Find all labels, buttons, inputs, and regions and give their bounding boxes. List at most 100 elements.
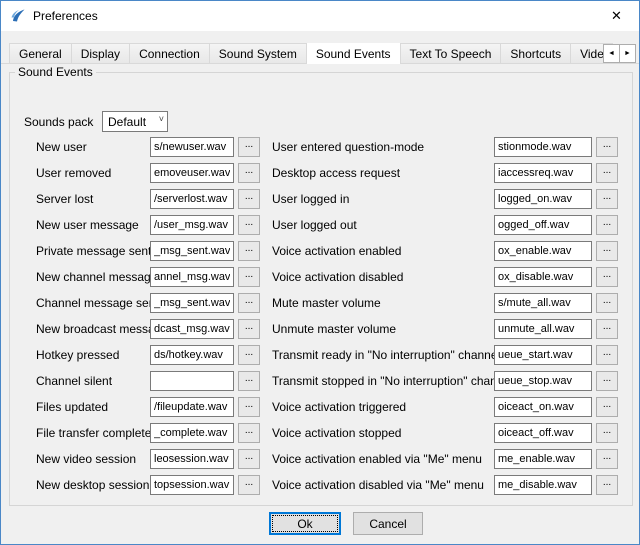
browse-button[interactable]: ... xyxy=(238,449,260,469)
sound-file-input[interactable] xyxy=(494,241,592,261)
tab-connection[interactable]: Connection xyxy=(129,43,210,63)
browse-button[interactable]: ... xyxy=(238,215,260,235)
browse-button[interactable]: ... xyxy=(238,189,260,209)
tab-scroll-control: ◄ ► xyxy=(603,44,636,63)
browse-button[interactable]: ... xyxy=(238,137,260,157)
sound-file-input[interactable] xyxy=(494,423,592,443)
sound-file-input[interactable] xyxy=(150,475,234,495)
tab-display[interactable]: Display xyxy=(71,43,130,63)
sound-event-label: User entered question-mode xyxy=(272,140,494,154)
sound-event-label: Unmute master volume xyxy=(272,322,494,336)
sound-file-input[interactable] xyxy=(494,215,592,235)
sound-event-label: User logged out xyxy=(272,218,494,232)
sound-event-label: Mute master volume xyxy=(272,296,494,310)
sound-file-input[interactable] xyxy=(150,345,234,365)
sound-file-input[interactable] xyxy=(494,371,592,391)
sound-event-row: New desktop session... xyxy=(36,472,260,498)
browse-button[interactable]: ... xyxy=(596,293,618,313)
tab-shortcuts[interactable]: Shortcuts xyxy=(500,43,571,63)
sound-event-row: Private message sent... xyxy=(36,238,260,264)
browse-button[interactable]: ... xyxy=(596,137,618,157)
sound-file-input[interactable] xyxy=(150,423,234,443)
sound-file-input[interactable] xyxy=(150,241,234,261)
browse-button[interactable]: ... xyxy=(596,241,618,261)
browse-button[interactable]: ... xyxy=(596,475,618,495)
sound-file-input[interactable] xyxy=(494,345,592,365)
sound-file-input[interactable] xyxy=(150,397,234,417)
browse-button[interactable]: ... xyxy=(238,397,260,417)
sound-file-input[interactable] xyxy=(494,189,592,209)
sound-file-input[interactable] xyxy=(150,293,234,313)
sound-event-label: Transmit stopped in "No interruption" ch… xyxy=(272,374,494,388)
ok-button[interactable]: Ok xyxy=(269,512,341,535)
browse-button[interactable]: ... xyxy=(596,189,618,209)
browse-button[interactable]: ... xyxy=(238,345,260,365)
browse-button[interactable]: ... xyxy=(238,267,260,287)
sound-event-label: Files updated xyxy=(36,400,150,414)
browse-button[interactable]: ... xyxy=(238,475,260,495)
cancel-button[interactable]: Cancel xyxy=(353,512,423,535)
sound-file-input[interactable] xyxy=(150,371,234,391)
browse-button[interactable]: ... xyxy=(596,397,618,417)
sound-file-input[interactable] xyxy=(494,449,592,469)
sound-event-row: Hotkey pressed... xyxy=(36,342,260,368)
browse-button[interactable]: ... xyxy=(596,215,618,235)
sound-event-row: New user message... xyxy=(36,212,260,238)
tab-text-to-speech[interactable]: Text To Speech xyxy=(400,43,502,63)
sound-file-input[interactable] xyxy=(494,475,592,495)
sounds-pack-select[interactable]: Default ˅ xyxy=(102,111,168,132)
tab-sound-system[interactable]: Sound System xyxy=(209,43,307,63)
browse-button[interactable]: ... xyxy=(596,371,618,391)
sound-event-row: Channel silent... xyxy=(36,368,260,394)
sound-event-row: Voice activation stopped... xyxy=(272,420,618,446)
sound-file-input[interactable] xyxy=(494,293,592,313)
app-icon xyxy=(10,8,26,24)
sound-event-row: Channel message sent... xyxy=(36,290,260,316)
close-button[interactable]: ✕ xyxy=(594,1,639,31)
sound-file-input[interactable] xyxy=(150,319,234,339)
browse-button[interactable]: ... xyxy=(238,241,260,261)
sound-file-input[interactable] xyxy=(494,163,592,183)
sound-file-input[interactable] xyxy=(494,319,592,339)
sound-event-label: New channel message xyxy=(36,270,150,284)
tab-sound-events[interactable]: Sound Events xyxy=(306,43,401,64)
sound-event-row: Transmit stopped in "No interruption" ch… xyxy=(272,368,618,394)
sound-file-input[interactable] xyxy=(150,267,234,287)
sound-event-row: User logged in... xyxy=(272,186,618,212)
sound-event-row: Transmit ready in "No interruption" chan… xyxy=(272,342,618,368)
tab-scroll-left-button[interactable]: ◄ xyxy=(603,44,620,63)
browse-button[interactable]: ... xyxy=(596,345,618,365)
browse-button[interactable]: ... xyxy=(238,163,260,183)
sound-file-input[interactable] xyxy=(494,137,592,157)
sound-event-row: Voice activation disabled... xyxy=(272,264,618,290)
browse-button[interactable]: ... xyxy=(238,423,260,443)
sound-events-group: Sound Events Sounds pack Default ˅ New u… xyxy=(9,65,633,506)
sound-file-input[interactable] xyxy=(150,163,234,183)
sound-event-label: Voice activation enabled xyxy=(272,244,494,258)
sound-event-label: New broadcast message xyxy=(36,322,150,336)
sound-event-row: Mute master volume... xyxy=(272,290,618,316)
sound-event-label: Hotkey pressed xyxy=(36,348,150,362)
browse-button[interactable]: ... xyxy=(596,163,618,183)
sound-file-input[interactable] xyxy=(150,137,234,157)
sound-file-input[interactable] xyxy=(150,189,234,209)
sound-event-row: New user... xyxy=(36,134,260,160)
sound-event-row: New channel message... xyxy=(36,264,260,290)
sound-file-input[interactable] xyxy=(494,267,592,287)
browse-button[interactable]: ... xyxy=(238,293,260,313)
sound-file-input[interactable] xyxy=(150,449,234,469)
browse-button[interactable]: ... xyxy=(238,371,260,391)
tab-general[interactable]: General xyxy=(9,43,72,63)
group-title: Sound Events xyxy=(15,65,96,79)
browse-button[interactable]: ... xyxy=(596,267,618,287)
sound-file-input[interactable] xyxy=(494,397,592,417)
browse-button[interactable]: ... xyxy=(596,449,618,469)
tab-bar: GeneralDisplayConnectionSound SystemSoun… xyxy=(9,43,613,64)
browse-button[interactable]: ... xyxy=(238,319,260,339)
browse-button[interactable]: ... xyxy=(596,423,618,443)
browse-button[interactable]: ... xyxy=(596,319,618,339)
preferences-window: Preferences ✕ GeneralDisplayConnectionSo… xyxy=(0,0,640,545)
sound-event-label: Voice activation disabled via "Me" menu xyxy=(272,478,494,492)
sound-file-input[interactable] xyxy=(150,215,234,235)
tab-scroll-right-button[interactable]: ► xyxy=(619,44,636,63)
